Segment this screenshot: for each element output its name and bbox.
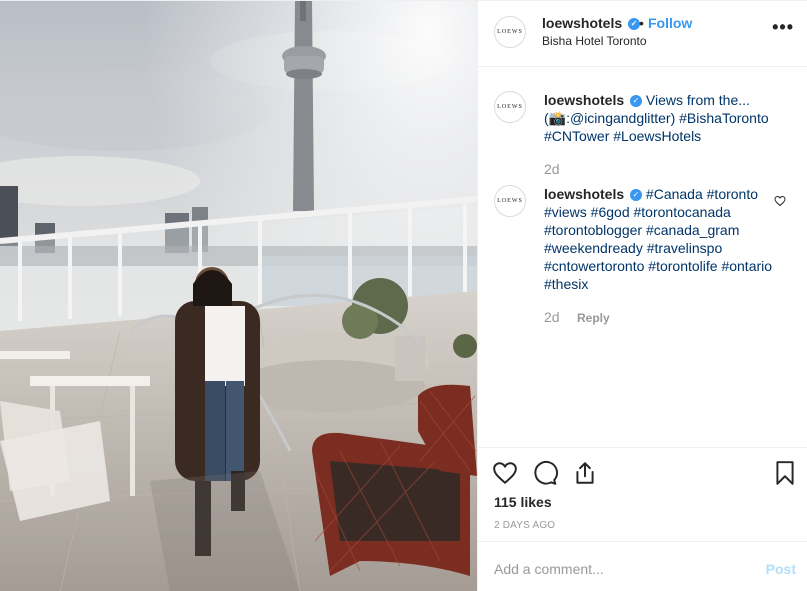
comment-timestamp[interactable]: 2d bbox=[544, 161, 560, 177]
avatar[interactable]: LOEWS bbox=[494, 91, 526, 123]
like-comment-heart-icon[interactable] bbox=[774, 195, 786, 207]
comment-username[interactable]: loewshotels bbox=[544, 92, 624, 108]
username-text[interactable]: loewshotels bbox=[542, 15, 622, 31]
post-details-panel: LOEWS loewshotels ✓ • Follow Bisha Hotel… bbox=[477, 1, 807, 591]
follow-button[interactable]: Follow bbox=[648, 15, 692, 31]
post-comment-button[interactable]: Post bbox=[766, 561, 796, 577]
separator-dot: • bbox=[639, 15, 644, 31]
instagram-post: LOEWS loewshotels ✓ • Follow Bisha Hotel… bbox=[0, 0, 807, 591]
avatar-logo-text: LOEWS bbox=[497, 29, 523, 35]
post-date[interactable]: 2 DAYS AGO bbox=[494, 520, 555, 531]
comment-username[interactable]: loewshotels bbox=[544, 186, 624, 202]
comment-text-block: loewshotels ✓ #Canada #toronto #views #6… bbox=[544, 185, 776, 293]
reply-button[interactable]: Reply bbox=[577, 311, 610, 325]
comments-list[interactable]: LOEWS loewshotels ✓ Views from the... (📸… bbox=[478, 67, 807, 447]
username[interactable]: loewshotels ✓ bbox=[542, 15, 641, 31]
comment-text-block: loewshotels ✓ Views from the... (📸:@icin… bbox=[544, 91, 776, 145]
more-options-icon[interactable]: ••• bbox=[772, 17, 794, 38]
add-comment-bar: Post bbox=[478, 541, 807, 591]
avatar[interactable]: LOEWS bbox=[494, 185, 526, 217]
likes-count[interactable]: 115 likes bbox=[494, 494, 552, 510]
post-photo[interactable] bbox=[0, 1, 477, 591]
rooftop-scene-illustration bbox=[0, 1, 477, 591]
post-header: LOEWS loewshotels ✓ • Follow Bisha Hotel… bbox=[478, 1, 807, 67]
verified-badge-icon: ✓ bbox=[630, 189, 643, 202]
verified-badge-icon: ✓ bbox=[630, 95, 643, 108]
avatar[interactable]: LOEWS bbox=[494, 16, 526, 48]
add-comment-input[interactable] bbox=[494, 558, 744, 580]
share-icon[interactable] bbox=[572, 460, 598, 486]
bookmark-icon[interactable] bbox=[772, 460, 798, 486]
post-actions: 115 likes 2 DAYS AGO bbox=[478, 447, 807, 541]
comment-timestamp[interactable]: 2d bbox=[544, 309, 560, 325]
comment-icon[interactable] bbox=[532, 460, 558, 486]
location-link[interactable]: Bisha Hotel Toronto bbox=[542, 34, 647, 48]
heart-icon[interactable] bbox=[492, 460, 518, 486]
avatar-logo-text: LOEWS bbox=[497, 104, 523, 110]
avatar-logo-text: LOEWS bbox=[497, 198, 523, 204]
